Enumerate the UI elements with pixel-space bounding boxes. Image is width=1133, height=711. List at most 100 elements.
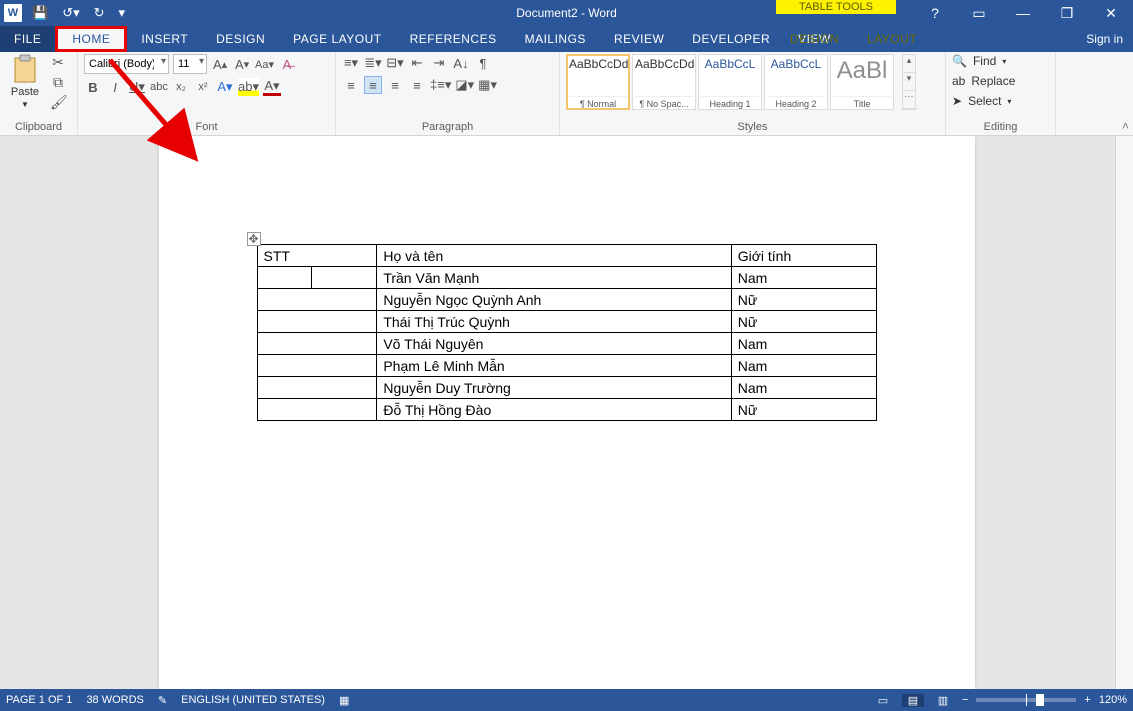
numbering-icon[interactable]: ≣▾ — [364, 54, 382, 72]
status-words[interactable]: 38 WORDS — [86, 694, 143, 706]
tab-review[interactable]: REVIEW — [600, 26, 678, 52]
line-spacing-icon[interactable]: ‡≡▾ — [430, 76, 451, 94]
page[interactable]: ✥ STTHọ và tênGiới tínhTrần Văn MạnhNamN… — [159, 136, 975, 689]
tab-page-layout[interactable]: PAGE LAYOUT — [279, 26, 395, 52]
table-cell[interactable]: Nam — [731, 267, 876, 289]
table-row[interactable]: Nguyễn Ngọc Quỳnh AnhNữ — [257, 289, 876, 311]
table-cell[interactable]: Nữ — [731, 399, 876, 421]
align-left-icon[interactable]: ≡ — [342, 76, 360, 94]
strikethrough-button[interactable]: abc — [150, 78, 168, 96]
table-row[interactable]: Đỗ Thị Hồng ĐàoNữ — [257, 399, 876, 421]
tab-file[interactable]: FILE — [0, 26, 55, 52]
increase-indent-icon[interactable]: ⇥ — [430, 54, 448, 72]
change-case-icon[interactable]: Aa▾ — [255, 55, 274, 73]
style-gallery-more[interactable]: ▴▾⋯ — [902, 54, 916, 110]
superscript-button[interactable]: x² — [194, 78, 212, 96]
table-cell[interactable]: Nguyễn Ngọc Quỳnh Anh — [377, 289, 731, 311]
shrink-font-icon[interactable]: A▾ — [233, 55, 251, 73]
table-cell[interactable]: Nam — [731, 377, 876, 399]
decrease-indent-icon[interactable]: ⇤ — [408, 54, 426, 72]
table-cell[interactable]: Nữ — [731, 289, 876, 311]
style-thumb[interactable]: AaBlTitle — [830, 54, 894, 110]
table-cell[interactable] — [257, 311, 377, 333]
status-page[interactable]: PAGE 1 OF 1 — [6, 694, 72, 706]
qat-customize-icon[interactable]: ▾ — [115, 5, 130, 21]
shading-icon[interactable]: ◪▾ — [455, 76, 474, 94]
collapse-ribbon-icon[interactable]: ˄ — [1122, 119, 1129, 133]
clear-formatting-icon[interactable]: A̶ — [278, 55, 296, 73]
underline-button[interactable]: U▾ — [128, 78, 146, 96]
redo-icon[interactable]: ↻ — [90, 5, 109, 21]
table-cell[interactable] — [257, 267, 312, 289]
justify-icon[interactable]: ≡ — [408, 76, 426, 94]
show-marks-icon[interactable]: ¶ — [474, 54, 492, 72]
tab-design[interactable]: DESIGN — [202, 26, 279, 52]
multilevel-list-icon[interactable]: ⊟▾ — [386, 54, 404, 72]
table-cell[interactable] — [257, 289, 377, 311]
highlight-color-icon[interactable]: ab▾ — [238, 78, 259, 96]
style-thumb[interactable]: AaBbCcLHeading 1 — [698, 54, 762, 110]
status-macro-icon[interactable]: ▦ — [339, 694, 349, 707]
font-name-select[interactable] — [84, 54, 169, 74]
table-cell[interactable]: Phạm Lê Minh Mẫn — [377, 355, 731, 377]
vertical-scrollbar[interactable] — [1115, 136, 1133, 689]
table-move-handle-icon[interactable]: ✥ — [247, 232, 261, 246]
style-gallery[interactable]: AaBbCcDd¶ NormalAaBbCcDd¶ No Spac...AaBb… — [566, 54, 894, 110]
font-color-icon[interactable]: A▾ — [263, 78, 281, 96]
table-cell[interactable] — [312, 267, 377, 289]
help-button[interactable]: ? — [921, 5, 949, 21]
table-cell[interactable] — [257, 355, 377, 377]
table-cell[interactable]: Đỗ Thị Hồng Đào — [377, 399, 731, 421]
minimize-button[interactable]: — — [1009, 5, 1037, 21]
copy-icon[interactable]: ⧉ — [50, 74, 66, 90]
table-row[interactable]: Thái Thị Trúc QuỳnhNữ — [257, 311, 876, 333]
view-read-icon[interactable]: ▭ — [872, 694, 894, 707]
document-table[interactable]: STTHọ và tênGiới tínhTrần Văn MạnhNamNgu… — [257, 244, 877, 421]
sort-icon[interactable]: A↓ — [452, 54, 470, 72]
style-thumb[interactable]: AaBbCcLHeading 2 — [764, 54, 828, 110]
table-cell[interactable]: Nguyễn Duy Trường — [377, 377, 731, 399]
bold-button[interactable]: B — [84, 78, 102, 96]
tab-home[interactable]: HOME — [55, 26, 127, 52]
table-cell[interactable] — [257, 333, 377, 355]
select-button[interactable]: ➤Select▾ — [952, 94, 1011, 108]
table-row[interactable]: Phạm Lê Minh MẫnNam — [257, 355, 876, 377]
subscript-button[interactable]: x₂ — [172, 78, 190, 96]
restore-button[interactable]: ❐ — [1053, 5, 1081, 22]
align-right-icon[interactable]: ≡ — [386, 76, 404, 94]
zoom-level[interactable]: 120% — [1099, 694, 1127, 706]
status-proofing-icon[interactable]: ✎ — [158, 694, 167, 707]
format-painter-icon[interactable]: 🖌 — [50, 94, 66, 110]
italic-button[interactable]: I — [106, 78, 124, 96]
table-row[interactable]: Trần Văn MạnhNam — [257, 267, 876, 289]
tab-developer[interactable]: DEVELOPER — [678, 26, 784, 52]
zoom-in-button[interactable]: + — [1084, 694, 1090, 706]
borders-icon[interactable]: ▦▾ — [478, 76, 497, 94]
table-row[interactable]: Nguyễn Duy TrườngNam — [257, 377, 876, 399]
grow-font-icon[interactable]: A▴ — [211, 55, 229, 73]
paste-button[interactable]: Paste ▼ — [6, 54, 44, 109]
view-print-icon[interactable]: ▤ — [902, 694, 924, 707]
view-web-icon[interactable]: ▥ — [932, 694, 954, 707]
table-cell[interactable]: Trần Văn Mạnh — [377, 267, 731, 289]
status-language[interactable]: ENGLISH (UNITED STATES) — [181, 694, 325, 706]
table-header-cell[interactable]: Giới tính — [731, 245, 876, 267]
table-row[interactable]: Võ Thái NguyênNam — [257, 333, 876, 355]
table-cell[interactable]: Nữ — [731, 311, 876, 333]
document-area[interactable]: ✥ STTHọ và tênGiới tínhTrần Văn MạnhNamN… — [0, 136, 1133, 689]
replace-button[interactable]: abReplace — [952, 74, 1015, 88]
table-cell[interactable]: Nam — [731, 355, 876, 377]
zoom-slider[interactable] — [976, 698, 1076, 702]
table-cell[interactable]: Nam — [731, 333, 876, 355]
table-header-cell[interactable]: STT — [257, 245, 377, 267]
close-button[interactable]: ✕ — [1097, 5, 1125, 22]
sign-in-link[interactable]: Sign in — [1086, 32, 1133, 46]
text-effects-icon[interactable]: A▾ — [216, 78, 234, 96]
style-thumb[interactable]: AaBbCcDd¶ No Spac... — [632, 54, 696, 110]
save-icon[interactable]: 💾 — [28, 5, 52, 21]
font-size-select[interactable] — [173, 54, 207, 74]
table-cell[interactable] — [257, 377, 377, 399]
style-thumb[interactable]: AaBbCcDd¶ Normal — [566, 54, 630, 110]
bullets-icon[interactable]: ≡▾ — [342, 54, 360, 72]
table-cell[interactable] — [257, 399, 377, 421]
